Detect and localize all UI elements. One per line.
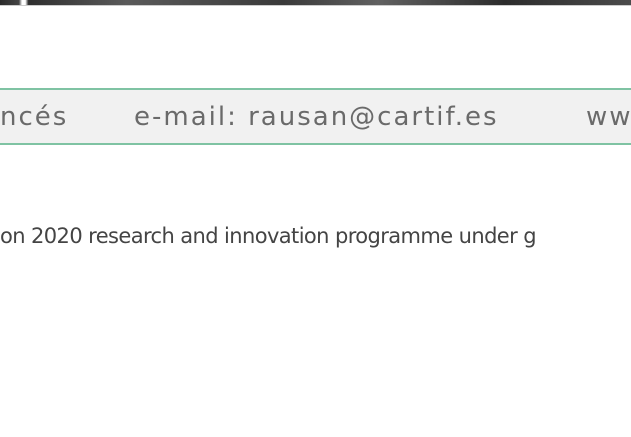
banner-image <box>0 0 631 6</box>
contact-bar: ncés e-mail: rausan@cartif.es ww <box>0 88 631 145</box>
page: ncés e-mail: rausan@cartif.es ww on 2020… <box>0 0 631 437</box>
website-link[interactable]: ww <box>586 101 631 133</box>
contact-name: ncés <box>0 102 69 132</box>
contact-email-link[interactable]: e-mail: rausan@cartif.es <box>134 101 499 133</box>
funding-notice: on 2020 research and innovation programm… <box>0 224 537 248</box>
